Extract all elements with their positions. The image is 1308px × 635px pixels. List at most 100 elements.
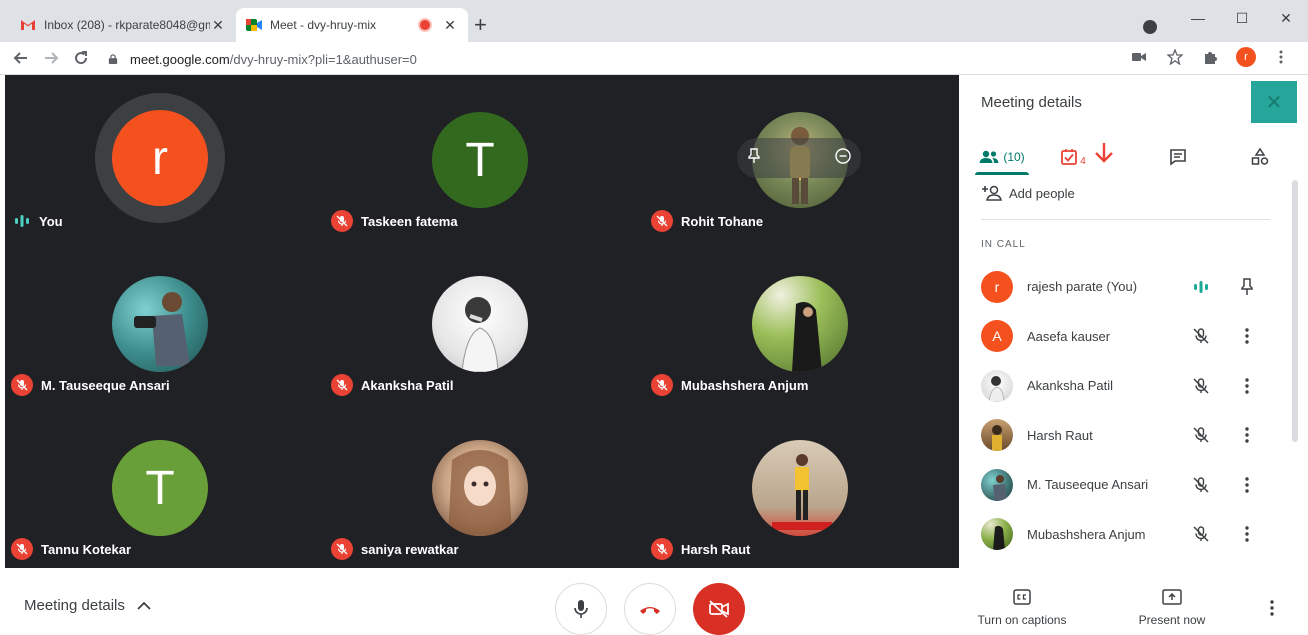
- avatar-photo: [981, 468, 1013, 501]
- avatar: T: [112, 440, 208, 536]
- participant-name: Taskeen fatema: [361, 213, 458, 229]
- participant-tile[interactable]: M. Tauseeque Ansari: [5, 239, 323, 403]
- participant-tile[interactable]: Rohit Tohane: [645, 75, 963, 239]
- extensions-puzzle-icon[interactable]: [1200, 46, 1222, 68]
- window-controls: — ☐ ✕: [1176, 0, 1308, 42]
- participant-tile[interactable]: saniya rewatkar: [325, 403, 643, 567]
- mic-off-icon: [331, 538, 353, 560]
- tab-title: Inbox (208) - rkparate8048@gma: [44, 18, 210, 32]
- browser-tab-meet[interactable]: Meet - dvy-hruy-mix ✕: [236, 8, 468, 42]
- more-options-icon[interactable]: [1235, 522, 1259, 546]
- tab-search-icon[interactable]: [1143, 20, 1157, 34]
- tab-activities[interactable]: 4: [1057, 139, 1117, 175]
- close-tab-icon[interactable]: ✕: [442, 17, 458, 33]
- mic-off-icon: [651, 210, 673, 232]
- meeting-details-panel: Meeting details ✕ (10) 4 Add people IN C…: [959, 75, 1308, 568]
- divider: [981, 219, 1270, 220]
- participant-tile[interactable]: Akanksha Patil: [325, 239, 643, 403]
- participant-name: Mubashshera Anjum: [681, 377, 809, 393]
- tab-chat[interactable]: [1155, 139, 1201, 175]
- avatar-photo: [981, 419, 1013, 452]
- participant-row[interactable]: Harsh Raut: [959, 411, 1289, 461]
- mic-off-icon: [1189, 374, 1213, 398]
- participant-row[interactable]: Mubashshera Anjum: [959, 510, 1289, 560]
- panel-tabs: (10) 4: [959, 139, 1308, 175]
- participant-list: r rajesh parate (You) A Aasefa kauser Ak…: [959, 262, 1289, 559]
- more-options-icon[interactable]: [1235, 423, 1259, 447]
- avatar-photo: [752, 440, 848, 536]
- participant-name: saniya rewatkar: [361, 541, 459, 557]
- participant-tile[interactable]: T Taskeen fatema: [325, 75, 643, 239]
- participant-row[interactable]: M. Tauseeque Ansari: [959, 460, 1289, 510]
- pin-icon[interactable]: [1235, 275, 1259, 299]
- avatar-photo: [752, 276, 848, 372]
- mic-off-icon: [651, 374, 673, 396]
- leave-call-button[interactable]: [624, 583, 676, 635]
- participant-row[interactable]: A Aasefa kauser: [959, 312, 1289, 362]
- back-arrow-icon[interactable]: [6, 43, 36, 73]
- meeting-details-toggle[interactable]: Meeting details: [24, 597, 151, 614]
- chevron-up-icon: [137, 601, 151, 610]
- remove-participant-icon[interactable]: [835, 147, 851, 169]
- participant-row[interactable]: Akanksha Patil: [959, 361, 1289, 411]
- present-screen-icon: [1162, 587, 1182, 607]
- participant-tile[interactable]: T Tannu Kotekar: [5, 403, 323, 567]
- closed-captions-icon: [1013, 587, 1031, 607]
- close-window-button[interactable]: ✕: [1264, 0, 1308, 36]
- participant-name: Akanksha Patil: [1027, 378, 1113, 394]
- microphone-button[interactable]: [555, 583, 607, 635]
- forward-arrow-icon[interactable]: [36, 43, 66, 73]
- pin-icon[interactable]: [747, 147, 761, 169]
- bookmark-star-icon[interactable]: [1164, 46, 1186, 68]
- gmail-icon: [20, 17, 36, 33]
- profile-avatar[interactable]: r: [1236, 47, 1256, 67]
- hang-up-icon: [640, 607, 660, 614]
- reload-icon[interactable]: [66, 43, 96, 73]
- close-panel-button[interactable]: ✕: [1251, 81, 1297, 123]
- participant-name: M. Tauseeque Ansari: [41, 377, 170, 393]
- more-options-icon[interactable]: [1262, 598, 1282, 618]
- more-options-icon[interactable]: [1235, 473, 1259, 497]
- new-tab-button[interactable]: +: [474, 14, 487, 36]
- captions-button[interactable]: Turn on captions: [972, 587, 1072, 627]
- camera-toggle-button[interactable]: [693, 583, 745, 635]
- participant-name: Mubashshera Anjum: [1027, 526, 1146, 542]
- mic-off-icon: [11, 374, 33, 396]
- tab-title: Meet - dvy-hruy-mix: [270, 18, 377, 32]
- camera-off-icon: [709, 600, 729, 618]
- participant-name: Aasefa kauser: [1027, 328, 1111, 344]
- add-people-button[interactable]: Add people: [981, 185, 1075, 201]
- participant-tile[interactable]: r You: [5, 75, 323, 239]
- avatar-photo: [112, 276, 208, 372]
- avatar: r: [981, 270, 1013, 303]
- panel-scrollbar[interactable]: [1292, 180, 1298, 442]
- participant-name: Harsh Raut: [1027, 427, 1093, 443]
- meet-icon: [246, 17, 262, 33]
- address-bar[interactable]: meet.google.com/dvy-hruy-mix?pli=1&authu…: [108, 47, 1128, 71]
- avatar-photo: [432, 440, 528, 536]
- arrow-down-icon: [1094, 143, 1113, 163]
- maximize-button[interactable]: ☐: [1220, 0, 1264, 36]
- browser-tab-gmail[interactable]: Inbox (208) - rkparate8048@gma ✕: [10, 8, 236, 42]
- video-grid: r You T Taskeen fatema Rohit Tohane M. T…: [5, 75, 959, 568]
- mic-off-icon: [1189, 324, 1213, 348]
- participant-tile[interactable]: Mubashshera Anjum: [645, 239, 963, 403]
- participant-row[interactable]: r rajesh parate (You): [959, 262, 1289, 312]
- captions-label: Turn on captions: [977, 613, 1067, 627]
- avatar: A: [981, 320, 1013, 353]
- more-options-icon[interactable]: [1235, 374, 1259, 398]
- people-icon: [979, 150, 999, 163]
- url-host: meet.google.com: [130, 51, 230, 67]
- more-options-icon[interactable]: [1235, 324, 1259, 348]
- minimize-button[interactable]: —: [1176, 0, 1220, 36]
- present-now-button[interactable]: Present now: [1130, 587, 1214, 627]
- chrome-menu-icon[interactable]: [1270, 46, 1292, 68]
- tab-activities-shapes[interactable]: [1237, 139, 1283, 175]
- close-tab-icon[interactable]: ✕: [210, 17, 226, 33]
- participant-tile[interactable]: Harsh Raut: [645, 403, 963, 567]
- chat-icon: [1170, 149, 1186, 166]
- panel-title: Meeting details: [981, 94, 1082, 111]
- people-count: (10): [1003, 150, 1025, 164]
- tab-people[interactable]: (10): [975, 139, 1029, 175]
- camera-in-use-icon[interactable]: [1128, 46, 1150, 68]
